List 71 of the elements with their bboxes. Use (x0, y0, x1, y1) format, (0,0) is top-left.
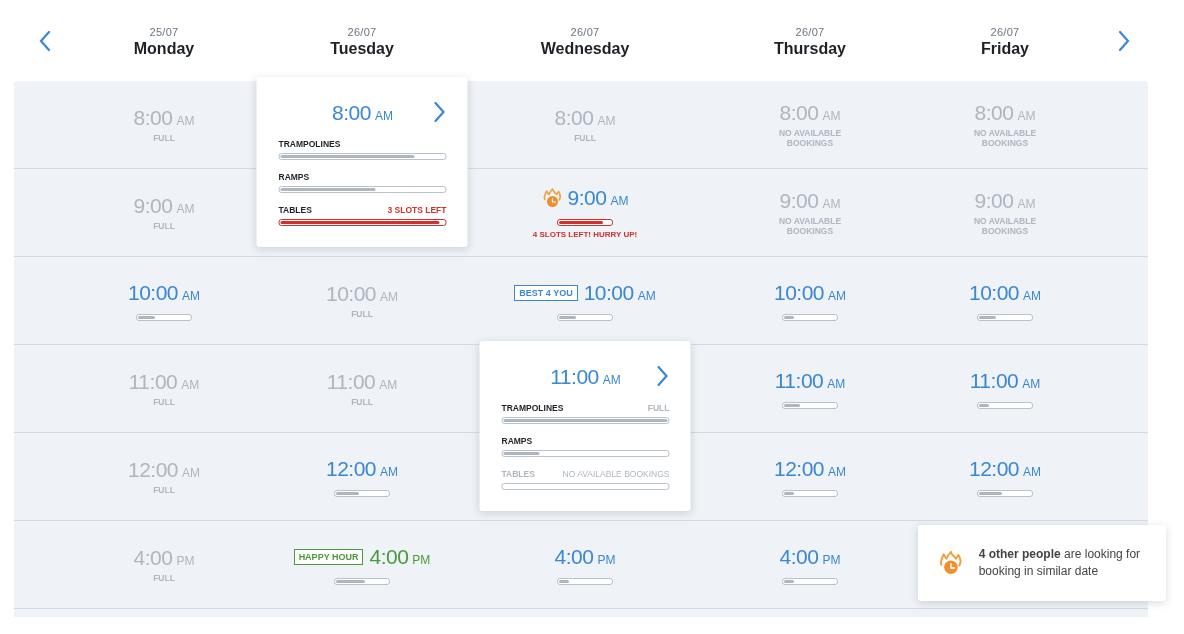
chevron-right-icon (432, 101, 447, 123)
availability-note: FULL (152, 572, 176, 584)
day-name: Friday (981, 40, 1029, 58)
time-slot: 12:00 AM (773, 456, 847, 481)
chevron-left-icon (38, 30, 52, 52)
resource-name: RAMPS (278, 172, 310, 182)
availability-note: FULL (350, 308, 374, 320)
time-slot: 4:00 PM (554, 544, 616, 569)
time-slot: 12:00 AM (325, 456, 399, 481)
day-date: 26/07 (347, 26, 377, 38)
notification-text: 4 other people are looking for booking in similar date (978, 546, 1142, 580)
time-slot: 4:00 PM (369, 544, 431, 569)
time-slot: 9:00 AM (779, 188, 841, 213)
resource-name: RAMPS (501, 436, 533, 446)
time-slot: 9:00 AM (567, 186, 629, 210)
next-button[interactable] (432, 101, 447, 125)
promo-tag: BEST 4 YOU (514, 284, 578, 301)
time-slot: 10:00 AM (325, 281, 399, 306)
fire-clock-icon (541, 188, 562, 208)
time-slot: 8:00 AM (133, 105, 195, 130)
chevron-right-icon (655, 365, 670, 387)
time-slot: 4:00 PM (133, 545, 195, 570)
resource-name: TRAMPOLINES (278, 139, 341, 149)
time-slot: 4:00 PM (779, 544, 841, 569)
time-slot: 8:00 AM (278, 101, 433, 125)
warning-note: 4 SLOTS LEFT! HURRY UP! (532, 230, 638, 239)
time-slot: 10:00 AM (773, 280, 847, 305)
resource-status: 3 SLOTS LEFT (387, 205, 447, 215)
resource-name: TABLES (501, 469, 535, 479)
availability-note: FULL (152, 484, 176, 496)
resource-name: TRAMPOLINES (501, 403, 564, 413)
time-slot: 11:00 AM (128, 369, 200, 394)
day-date: 25/07 (149, 26, 179, 38)
time-slot: 12:00 AM (127, 457, 201, 482)
time-slot: 11:00 AM (326, 369, 398, 394)
day-date: 26/07 (570, 26, 600, 38)
time-slot: 8:00 AM (554, 105, 616, 130)
availability-note: NO AVAILABLE BOOKINGS (777, 127, 843, 149)
time-slot: 8:00 AM (974, 100, 1036, 125)
time-slot: 11:00 AM (969, 368, 1041, 393)
availability-note: NO AVAILABLE BOOKINGS (972, 215, 1038, 237)
resource-status: FULL (647, 403, 670, 413)
time-slot: 10:00 AM (127, 280, 201, 305)
time-slot: 11:00 AM (501, 365, 656, 389)
day-name: Thursday (774, 40, 846, 58)
previous-button[interactable] (38, 30, 52, 52)
time-slot: 10:00 AM (583, 280, 656, 305)
day-name: Tuesday (330, 40, 394, 58)
availability-note: FULL (573, 132, 597, 144)
availability-note: FULL (152, 220, 176, 232)
next-button[interactable] (655, 365, 670, 389)
promo-tag: HAPPY HOUR (293, 548, 364, 565)
chevron-right-icon (1117, 30, 1131, 52)
day-date: 26/07 (990, 26, 1020, 38)
availability-note: FULL (152, 132, 176, 144)
time-slot: 12:00 AM (968, 456, 1042, 481)
availability-note: NO AVAILABLE BOOKINGS (972, 127, 1038, 149)
resource-name: TABLES (278, 205, 312, 215)
time-slot: 9:00 AM (974, 188, 1036, 213)
time-slot: 10:00 AM (968, 280, 1042, 305)
time-slot: 9:00 AM (133, 193, 195, 218)
availability-note: FULL (350, 396, 374, 408)
day-name: Wednesday (540, 40, 630, 58)
resource-status: NO AVAILABLE BOOKINGS (562, 469, 670, 479)
day-name: Monday (133, 40, 195, 58)
time-slot: 8:00 AM (779, 100, 841, 125)
next-button[interactable] (1117, 30, 1131, 52)
availability-note: FULL (152, 396, 176, 408)
time-slot: 11:00 AM (774, 368, 846, 393)
availability-note: NO AVAILABLE BOOKINGS (777, 215, 843, 237)
day-date: 26/07 (795, 26, 825, 38)
